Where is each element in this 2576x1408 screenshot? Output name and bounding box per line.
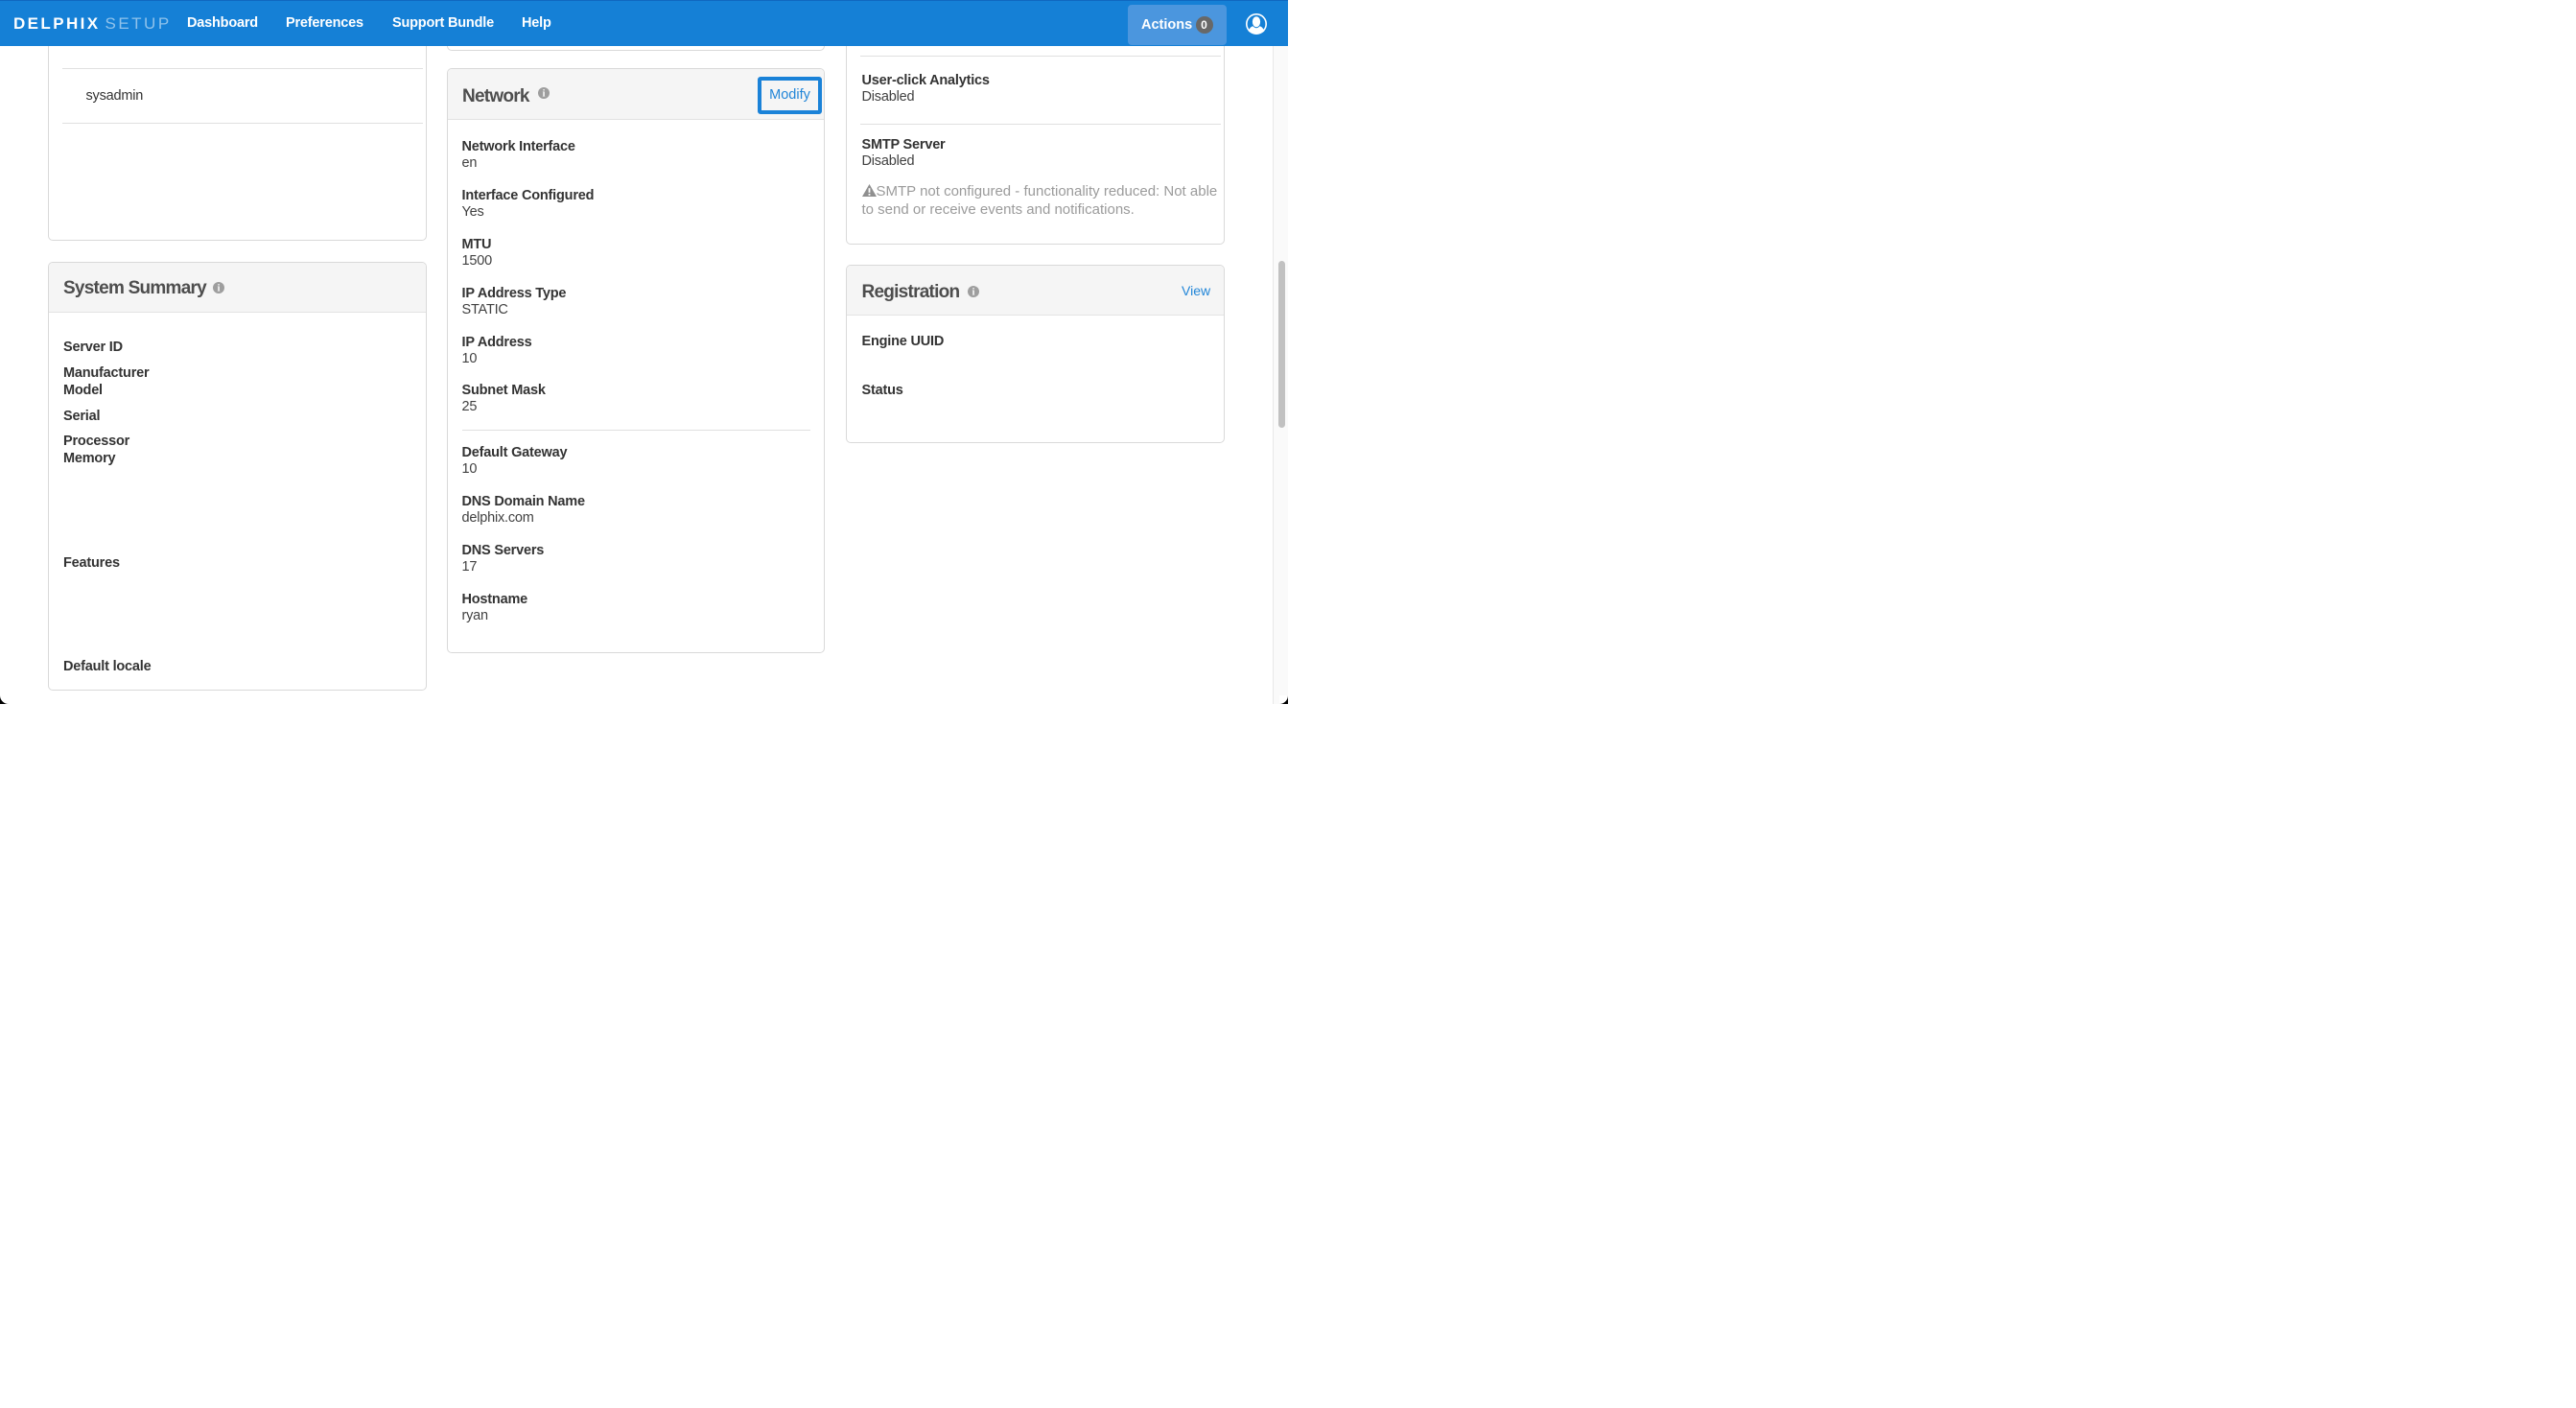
svg-text:i: i (972, 288, 974, 298)
svg-text:i: i (217, 284, 220, 294)
svg-text:i: i (542, 88, 545, 99)
